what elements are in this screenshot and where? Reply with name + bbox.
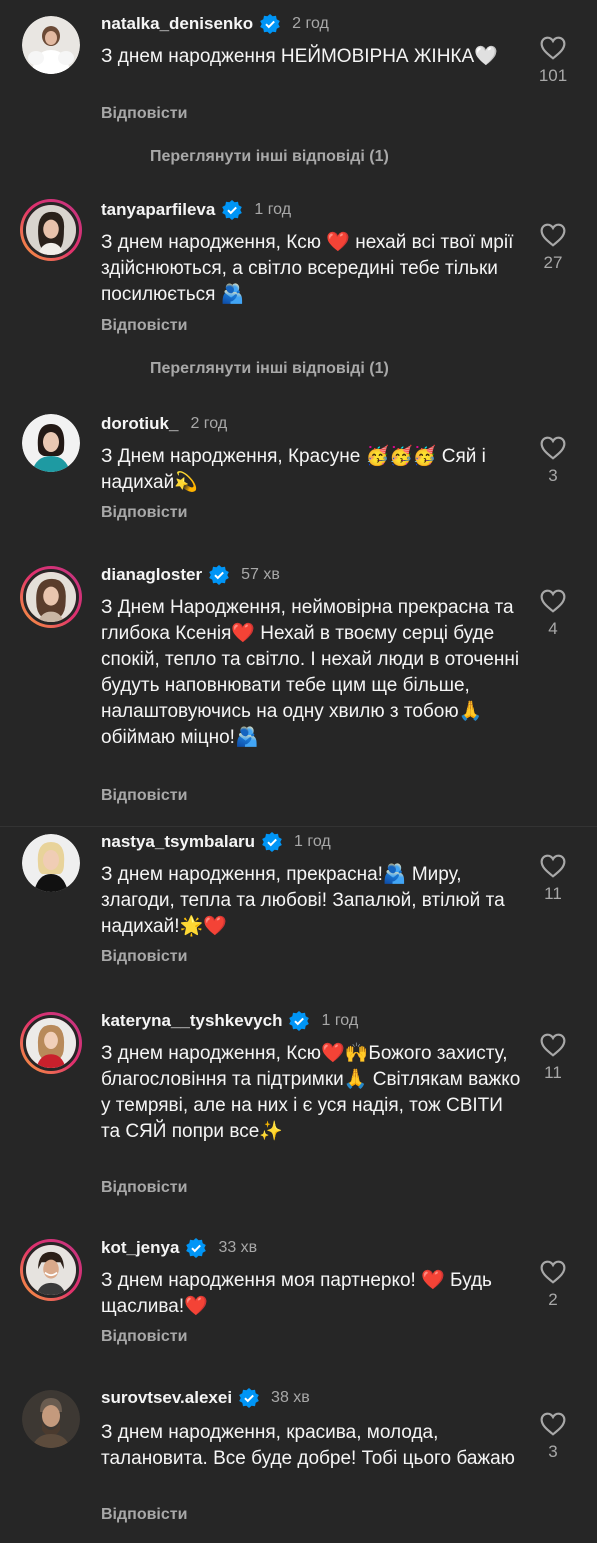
like-button[interactable]: 101 <box>535 36 571 86</box>
like-count: 101 <box>538 66 568 85</box>
verified-badge-icon <box>262 832 282 852</box>
reply-button[interactable]: Відповісти <box>101 504 187 522</box>
heart-outline-icon <box>540 1412 566 1436</box>
comment-time: 1 год <box>294 833 331 850</box>
comment-time: 2 год <box>292 15 329 32</box>
username[interactable]: nastya_tsymbalaru <box>101 832 255 852</box>
view-more-replies[interactable]: Переглянути інші відповіді (1) <box>150 148 389 166</box>
heart-outline-icon <box>540 436 566 460</box>
like-count: 11 <box>544 884 562 903</box>
like-button[interactable]: 11 <box>535 1033 571 1083</box>
comment-time: 33 хв <box>218 1239 258 1256</box>
verified-badge-icon <box>222 200 243 220</box>
comment-time: 38 хв <box>271 1389 310 1406</box>
avatar[interactable] <box>22 414 80 472</box>
heart-outline-icon <box>540 589 566 613</box>
reply-button[interactable]: Відповісти <box>101 105 187 123</box>
like-button[interactable]: 2 <box>535 1260 571 1310</box>
like-count: 2 <box>548 1290 558 1309</box>
like-button[interactable]: 3 <box>535 436 571 486</box>
view-more-replies[interactable]: Переглянути інші відповіді (1) <box>150 360 389 378</box>
verified-badge-icon <box>209 565 229 585</box>
comment-text: З днем народження, красива, молода, тала… <box>101 1422 515 1469</box>
comment-time: 1 год <box>321 1012 359 1029</box>
like-button[interactable]: 3 <box>535 1412 571 1462</box>
verified-badge-icon <box>186 1238 207 1258</box>
comment-text: З днем народження, прекрасна!🫂 Миру, зла… <box>101 864 505 937</box>
reply-button[interactable]: Відповісти <box>101 1328 187 1346</box>
verified-badge-icon <box>289 1011 310 1031</box>
username[interactable]: dianagloster <box>101 565 202 585</box>
like-count: 27 <box>543 253 563 272</box>
username[interactable]: kot_jenya <box>101 1238 179 1258</box>
like-count: 3 <box>548 466 558 485</box>
reply-button[interactable]: Відповісти <box>101 787 187 805</box>
heart-outline-icon <box>540 854 566 878</box>
verified-badge-icon <box>239 1388 259 1408</box>
username[interactable]: surovtsev.alexei <box>101 1388 232 1408</box>
avatar[interactable] <box>20 1012 82 1074</box>
username[interactable]: kateryna__tyshkevych <box>101 1011 282 1031</box>
like-count: 3 <box>548 1442 558 1461</box>
heart-outline-icon <box>540 1033 566 1057</box>
avatar[interactable] <box>20 566 82 628</box>
comment-text: З Днем народження, Красуне 🥳🥳🥳 Сяй і над… <box>101 446 486 493</box>
comment-time: 57 хв <box>241 566 280 583</box>
like-count: 11 <box>544 1063 562 1082</box>
avatar[interactable] <box>22 834 80 892</box>
comment-text: З днем народження моя партнерко! ❤️ Будь… <box>101 1270 492 1317</box>
avatar[interactable] <box>20 199 82 261</box>
reply-button[interactable]: Відповісти <box>101 1179 187 1197</box>
comment-time: 1 год <box>254 201 292 218</box>
heart-outline-icon <box>540 223 566 247</box>
comment-time: 2 год <box>190 415 228 432</box>
like-button[interactable]: 4 <box>535 589 571 639</box>
comment-text: З Днем Народження, неймовірна прекрасна … <box>101 597 520 748</box>
comment-text: З днем народження, Ксю❤️🙌Божого захисту,… <box>101 1043 521 1142</box>
reply-button[interactable]: Відповісти <box>101 1506 187 1524</box>
heart-outline-icon <box>540 36 566 60</box>
avatar[interactable] <box>22 16 80 74</box>
like-button[interactable]: 11 <box>535 854 571 904</box>
comment-text: З днем народження, Ксю ❤️ нехай всі твої… <box>101 232 514 305</box>
like-button[interactable]: 27 <box>535 223 571 273</box>
username[interactable]: natalka_denisenko <box>101 14 253 34</box>
like-count: 4 <box>548 619 558 638</box>
reply-button[interactable]: Відповісти <box>101 948 187 966</box>
comment-text: З днем народження НЕЙМОВІРНА ЖІНКА🤍 <box>101 46 498 67</box>
verified-badge-icon <box>260 14 280 34</box>
divider <box>0 826 597 827</box>
username[interactable]: tanyaparfileva <box>101 200 215 220</box>
avatar[interactable] <box>22 1390 80 1448</box>
reply-button[interactable]: Відповісти <box>101 317 187 335</box>
avatar[interactable] <box>20 1239 82 1301</box>
username[interactable]: dorotiuk_ <box>101 414 178 434</box>
heart-outline-icon <box>540 1260 566 1284</box>
